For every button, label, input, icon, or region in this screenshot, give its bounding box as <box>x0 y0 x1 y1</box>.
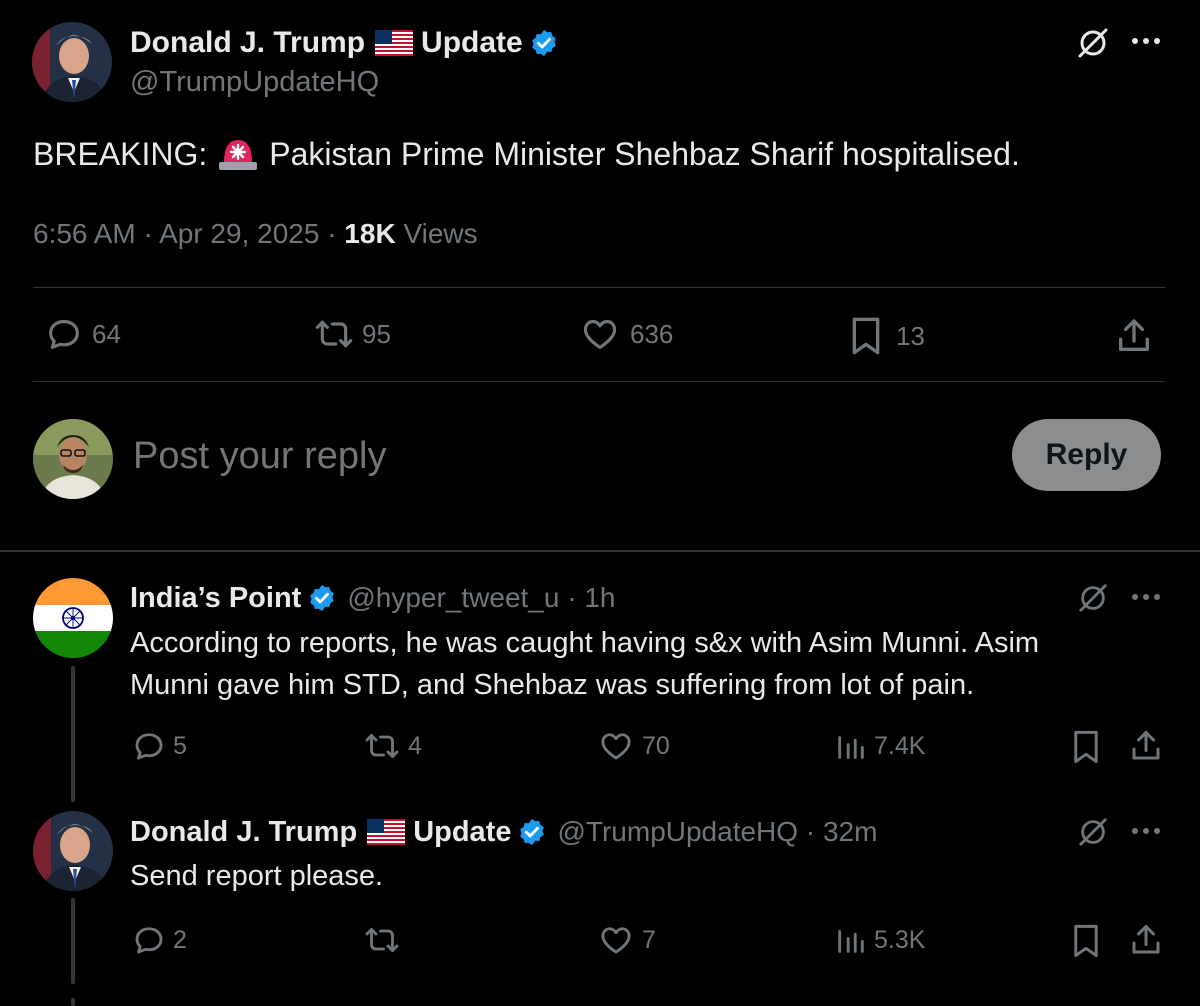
author-name-row: Donald J. Trump Update <box>130 24 559 62</box>
reply-icon <box>135 927 163 954</box>
repost-icon <box>365 928 399 952</box>
portrait-image <box>32 22 112 102</box>
current-user-avatar[interactable] <box>33 419 113 499</box>
views-action[interactable]: 5.3K <box>834 922 925 958</box>
like-action[interactable]: 70 <box>598 728 670 764</box>
reply-header: India’s Point @hyper_tweet_u · 1h <box>130 580 615 616</box>
author-handle[interactable]: @TrumpUpdateHQ <box>130 66 379 99</box>
repost-action[interactable]: 95 <box>312 314 391 354</box>
verified-badge-icon <box>520 818 545 846</box>
tweet-timestamp[interactable]: 6:56 AM · Apr 29, 2025 · <box>33 218 344 249</box>
bookmark-count: 13 <box>896 320 925 351</box>
like-count: 636 <box>630 318 674 349</box>
verified-badge-icon <box>531 29 556 57</box>
tweet-text-prefix: BREAKING: <box>33 135 208 172</box>
reply-text: According to reports, he was caught havi… <box>130 622 1039 706</box>
like-action[interactable]: 636 <box>580 314 673 354</box>
reply-count: 2 <box>173 925 187 954</box>
repost-icon <box>315 320 353 348</box>
reply-icon <box>49 319 79 349</box>
reply-header: Donald J. Trump Update @TrumpUpdateHQ · … <box>130 813 877 851</box>
reply-text-line: Munni gave him STD, and Shehbaz was suff… <box>130 669 975 701</box>
reply-author-name[interactable]: Donald J. Trump <box>130 816 357 849</box>
reply-author-name-suffix[interactable]: Update <box>413 816 511 849</box>
views-label: Views <box>395 218 478 249</box>
divider-bottom <box>33 381 1165 382</box>
reply-handle-time[interactable]: @hyper_tweet_u · 1h <box>347 582 615 614</box>
us-flag-icon <box>375 30 414 56</box>
tweet-text-body: Pakistan Prime Minister Shehbaz Sharif h… <box>269 135 1020 172</box>
reply-button[interactable]: Reply <box>1012 419 1161 491</box>
reply-count: 64 <box>92 318 121 349</box>
repost-action[interactable]: 4 <box>362 728 422 764</box>
analytics-icon <box>838 736 864 759</box>
reply-text: Send report please. <box>130 856 383 896</box>
author-name-suffix[interactable]: Update <box>421 26 523 60</box>
us-flag-icon <box>367 819 406 845</box>
divider-top <box>33 287 1165 288</box>
reply-action[interactable]: 64 <box>44 314 121 354</box>
section-divider <box>0 550 1200 552</box>
reply-icon <box>135 733 163 760</box>
bookmark-icon <box>852 317 880 355</box>
repost-count: 95 <box>362 318 391 349</box>
reply-action[interactable]: 5 <box>131 728 187 764</box>
grok-icon[interactable] <box>1076 26 1110 60</box>
views-count: 18K <box>344 218 396 249</box>
more-options-icon[interactable] <box>1130 592 1162 602</box>
like-count: 7 <box>642 925 656 954</box>
verified-badge-icon <box>310 584 335 612</box>
views-count: 7.4K <box>874 731 926 760</box>
tweet-meta: 6:56 AM · Apr 29, 2025 · 18K Views <box>33 218 478 250</box>
reply-text-line: Send report please. <box>130 860 384 892</box>
bookmark-icon[interactable] <box>1068 922 1104 960</box>
repost-icon <box>365 734 399 758</box>
analytics-icon <box>838 930 864 953</box>
portrait-image <box>33 811 113 891</box>
reply-author-avatar[interactable] <box>33 811 113 891</box>
heart-icon <box>601 927 631 954</box>
heart-icon <box>583 319 617 349</box>
bookmark-icon[interactable] <box>1068 728 1104 766</box>
reply-action[interactable]: 2 <box>131 922 187 958</box>
thread-line <box>71 898 75 984</box>
reply-handle-time[interactable]: @TrumpUpdateHQ · 32m <box>557 816 877 848</box>
author-name[interactable]: Donald J. Trump <box>130 26 365 60</box>
repost-action[interactable] <box>362 922 408 958</box>
thread-line <box>71 666 75 802</box>
like-count: 70 <box>642 731 670 760</box>
like-action[interactable]: 7 <box>598 922 656 958</box>
share-icon[interactable] <box>1114 316 1154 356</box>
views-action[interactable]: 7.4K <box>834 728 925 764</box>
reply-input[interactable] <box>133 430 973 482</box>
reply-count: 5 <box>173 731 187 760</box>
user-photo <box>33 419 113 499</box>
siren-icon <box>219 140 258 170</box>
reply-text-line: According to reports, he was caught havi… <box>130 627 1040 659</box>
more-options-icon[interactable] <box>1130 826 1162 836</box>
india-flag-avatar <box>33 578 113 658</box>
share-icon[interactable] <box>1128 728 1164 764</box>
author-avatar[interactable] <box>32 22 112 102</box>
bookmark-action[interactable]: 13 <box>846 314 925 358</box>
reply-author-avatar[interactable] <box>33 578 113 658</box>
reply-author-name[interactable]: India’s Point <box>130 582 301 615</box>
grok-icon[interactable] <box>1077 582 1109 614</box>
share-icon[interactable] <box>1128 922 1164 958</box>
tweet-text: BREAKING: Pakistan Prime Minister Shehba… <box>33 134 1020 174</box>
views-count: 5.3K <box>874 925 926 954</box>
thread-line-continuation <box>71 998 75 1006</box>
grok-icon[interactable] <box>1077 816 1109 848</box>
repost-count: 4 <box>408 731 422 760</box>
heart-icon <box>601 733 631 760</box>
more-options-icon[interactable] <box>1130 36 1162 46</box>
